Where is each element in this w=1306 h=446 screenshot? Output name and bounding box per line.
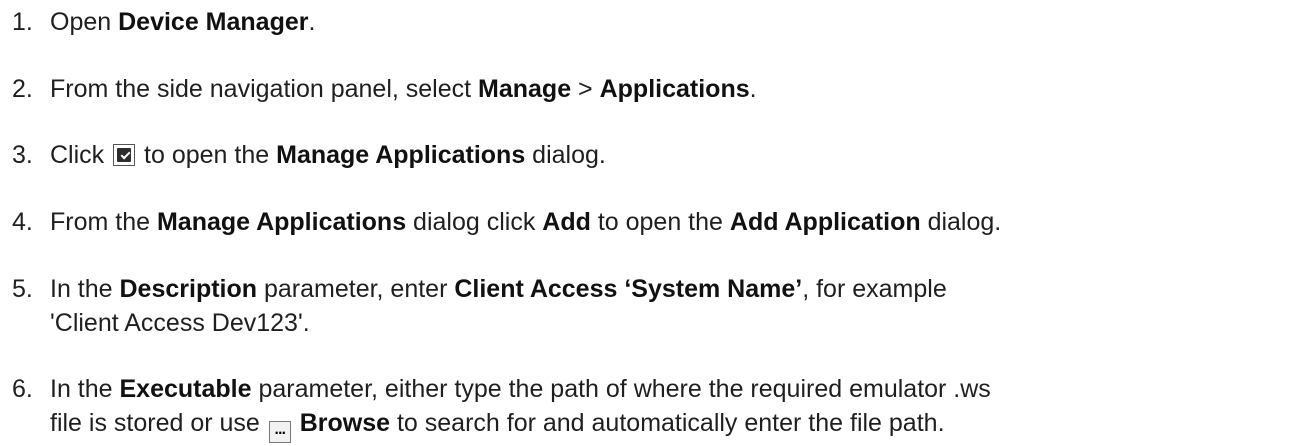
step-5: 5. In the Description parameter, enter Cl… [12,272,1306,340]
step-bold: Device Manager [118,8,309,36]
step-text: In the [50,375,120,403]
step-text: dialog. [920,208,1002,236]
step-text: Open [50,8,119,36]
step-text: , for example [802,275,947,303]
step-3: 3. Click to open the Manage Applications … [12,138,1306,172]
step-text: parameter, enter [257,275,455,303]
step-text: file is stored or use [50,409,267,437]
step-bold: Executable [119,375,252,403]
step-text: . [308,8,316,36]
step-number: 2. [12,75,33,103]
step-text: From the side navigation panel, select [50,75,479,103]
step-number: 4. [12,208,33,236]
step-text: In the [50,275,120,303]
step-text: From the [50,208,157,236]
manage-applications-icon [113,144,136,166]
step-bold: Manage [478,75,572,103]
step-text: > [571,75,600,103]
step-number: 1. [12,8,33,36]
step-4: 4. From the Manage Applications dialog cl… [12,205,1306,239]
step-1: 1. Open Device Manager. [12,5,1306,39]
step-text: to open the [590,208,730,236]
step-number: 5. [12,275,33,303]
step-bold: Add Application [729,208,921,236]
step-2: 2. From the side navigation panel, select… [12,72,1306,106]
step-text: to search for and automatically enter th… [390,409,945,437]
step-6: 6. In the Executable parameter, either ty… [12,372,1306,443]
step-bold: Manage Applications [156,208,407,236]
step-bold: Manage Applications [276,141,526,169]
step-number: 6. [12,375,33,403]
step-bold: Browse [299,409,391,437]
step-text: . [749,75,757,103]
step-text: parameter, either type the path of where… [251,375,991,403]
step-bold: Client Access ‘System Name’ [454,275,803,303]
step-text: Click [50,141,112,169]
step-bold: Applications [599,75,750,103]
step-number: 3. [12,141,33,169]
step-text: dialog. [525,141,606,169]
step-bold: Add [542,208,591,236]
step-text: to open the [137,141,277,169]
step-bold: Description [119,275,258,303]
step-text: dialog click [406,208,543,236]
step-text-line2: 'Client Access Dev123'. [50,309,310,337]
step-text-line2: file is stored or use ... Browse to sear… [12,406,1306,443]
browse-icon: ... [268,421,291,443]
